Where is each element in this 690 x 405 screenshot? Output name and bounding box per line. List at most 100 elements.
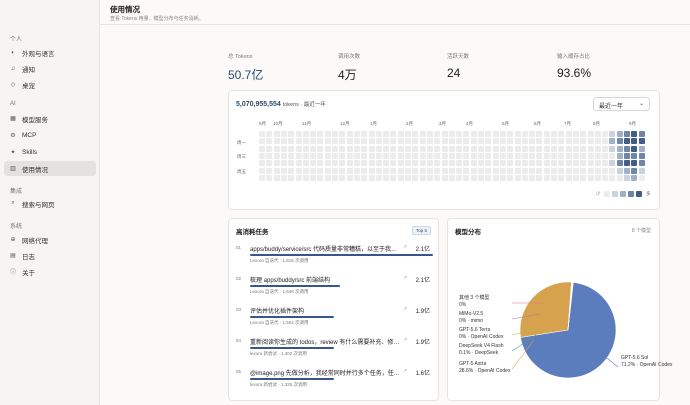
heatmap-cell[interactable] [448,160,455,167]
heatmap-cell[interactable] [456,160,463,167]
heatmap-cell[interactable] [375,152,382,159]
heatmap-cell[interactable] [273,152,280,159]
heatmap-cell[interactable] [383,138,390,145]
heatmap-cell[interactable] [405,160,411,167]
heatmap-cell[interactable] [470,174,477,181]
heatmap-cell[interactable] [558,167,565,174]
heatmap-cell[interactable] [280,131,287,137]
heatmap-cell[interactable] [419,131,426,137]
heatmap-cell[interactable] [368,174,375,181]
heatmap-cell[interactable] [580,160,587,167]
heatmap-cell[interactable] [624,174,630,181]
heatmap-cell[interactable] [434,167,441,174]
heatmap-cell[interactable] [419,167,426,174]
heatmap-cell[interactable] [521,174,528,181]
heatmap-cell[interactable] [551,145,557,152]
sidebar-item-about[interactable]: ⓘ 关于 [4,264,96,279]
heatmap-cell[interactable] [419,145,426,152]
heatmap-cell[interactable] [572,160,579,167]
heatmap-cell[interactable] [580,145,587,152]
heatmap-cell[interactable] [456,131,463,137]
heatmap-cell[interactable] [339,138,346,145]
heatmap-cell[interactable] [514,131,521,137]
heatmap-cell[interactable] [295,131,302,137]
heatmap-cell[interactable] [587,138,594,145]
heatmap-cell[interactable] [310,152,317,159]
heatmap-cell[interactable] [514,145,521,152]
heatmap-cell[interactable] [441,138,448,145]
heatmap-cell[interactable] [631,138,638,145]
heatmap-cell[interactable] [492,167,499,174]
heatmap-cell[interactable] [507,152,514,159]
heatmap-cell[interactable] [521,138,528,145]
heatmap-cell[interactable] [317,167,324,174]
pie-slice[interactable] [519,281,572,338]
heatmap-cell[interactable] [572,138,579,145]
heatmap-cell[interactable] [536,174,543,181]
external-link-icon[interactable]: ↗ [403,306,407,312]
heatmap-cell[interactable] [543,145,550,152]
heatmap-cell[interactable] [507,167,514,174]
heatmap-cell[interactable] [273,138,280,145]
heatmap-cell[interactable] [346,160,353,167]
heatmap-cell[interactable] [332,131,338,137]
heatmap-cell[interactable] [288,131,295,137]
heatmap-cell[interactable] [419,152,426,159]
heatmap-cell[interactable] [565,160,572,167]
heatmap-cell[interactable] [456,174,463,181]
heatmap-cell[interactable] [426,145,433,152]
heatmap-cell[interactable] [339,167,346,174]
heatmap-cell[interactable] [624,160,630,167]
heatmap-cell[interactable] [499,167,506,174]
heatmap-cell[interactable] [390,138,397,145]
heatmap-cell[interactable] [507,131,514,137]
heatmap-cell[interactable] [463,174,470,181]
sidebar-item-skills[interactable]: ✦ Skills [4,145,96,160]
heatmap-cell[interactable] [273,174,280,181]
heatmap-cell[interactable] [405,152,411,159]
sidebar-item-model-service[interactable]: ▦ 模型服务 [4,111,96,126]
heatmap-cell[interactable] [295,167,302,174]
heatmap-cell[interactable] [361,131,368,137]
heatmap-cell[interactable] [499,145,506,152]
heatmap-cell[interactable] [485,131,492,137]
heatmap-cell[interactable] [638,138,645,145]
heatmap-cell[interactable] [616,131,623,137]
task-row[interactable]: 03 评估并优化插件架构 ↗ 1.9亿 Lexora 自迭代 · 1,504 次调用 [236,305,433,335]
task-row[interactable]: 05 @image.png 先做分析，我经常同时并行多个任务，任务完成…↗ 1.6亿… [236,367,433,397]
heatmap-cell[interactable] [332,152,338,159]
heatmap-cell[interactable] [463,138,470,145]
heatmap-cell[interactable] [259,160,265,167]
heatmap-cell[interactable] [266,131,273,137]
heatmap-cell[interactable] [478,138,484,145]
heatmap-cell[interactable] [280,145,287,152]
heatmap-cell[interactable] [485,167,492,174]
heatmap-cell[interactable] [499,131,506,137]
heatmap-cell[interactable] [594,160,601,167]
heatmap-cell[interactable] [638,152,645,159]
heatmap-cell[interactable] [339,152,346,159]
heatmap-cell[interactable] [426,174,433,181]
heatmap-cell[interactable] [470,167,477,174]
heatmap-cell[interactable] [507,145,514,152]
heatmap-cell[interactable] [361,138,368,145]
heatmap-cell[interactable] [638,131,645,137]
heatmap-cell[interactable] [492,152,499,159]
heatmap-cell[interactable] [346,152,353,159]
heatmap-cell[interactable] [324,160,331,167]
heatmap-cell[interactable] [426,167,433,174]
heatmap-cell[interactable] [514,174,521,181]
heatmap-cell[interactable] [521,160,528,167]
heatmap-cell[interactable] [536,167,543,174]
heatmap-cell[interactable] [456,145,463,152]
heatmap-cell[interactable] [543,174,550,181]
heatmap-cell[interactable] [353,167,360,174]
heatmap-cell[interactable] [616,174,623,181]
heatmap-cell[interactable] [434,138,441,145]
heatmap-cell[interactable] [441,167,448,174]
heatmap-cell[interactable] [310,174,317,181]
heatmap-cell[interactable] [551,167,557,174]
heatmap-cell[interactable] [405,174,411,181]
heatmap-cell[interactable] [580,152,587,159]
heatmap-cell[interactable] [419,174,426,181]
